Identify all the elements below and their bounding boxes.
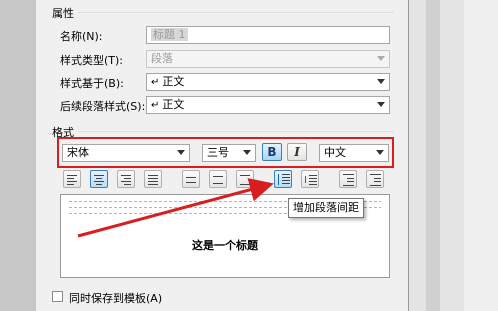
align-right-icon[interactable] (117, 170, 135, 188)
group-properties-divider (78, 12, 394, 13)
chevron-down-icon[interactable] (377, 79, 385, 84)
spacing-double-icon[interactable] (236, 170, 254, 188)
preview-heading: 这是一个标题 (192, 239, 258, 252)
background-left (0, 0, 36, 311)
decrease-paragraph-spacing-icon[interactable] (301, 170, 319, 188)
tooltip-text: 增加段落间距 (293, 201, 359, 214)
return-arrow-icon: ↵ (151, 77, 160, 88)
tooltip: 增加段落间距 (288, 198, 364, 218)
increase-paragraph-spacing-icon[interactable] (274, 170, 292, 188)
align-center-icon[interactable] (90, 170, 108, 188)
save-template-label: 同时保存到模板(A) (69, 292, 163, 305)
annotation-highlight-box (57, 137, 394, 168)
chevron-down-icon[interactable] (377, 102, 385, 107)
spacing-1-5-icon[interactable] (209, 170, 227, 188)
group-format-divider (78, 131, 394, 132)
style-type-value: 段落 (151, 52, 173, 65)
name-input-value: 标题 1 (151, 28, 188, 41)
justify-icon[interactable] (144, 170, 162, 188)
group-properties-title: 属性 (52, 7, 74, 20)
based-on-select[interactable]: ↵ 正文 (146, 73, 390, 91)
style-type-label: 样式类型(T): (60, 54, 124, 67)
increase-indent-icon[interactable] (366, 170, 384, 188)
style-type-select[interactable]: 段落 (146, 50, 390, 68)
next-style-value: 正文 (162, 98, 185, 111)
name-input[interactable]: 标题 1 (146, 26, 390, 44)
align-left-icon[interactable] (63, 170, 81, 188)
chevron-down-icon (377, 56, 385, 61)
decrease-indent-icon[interactable] (339, 170, 357, 188)
modify-style-dialog: 属性 名称(N): 标题 1 样式类型(T): 段落 样式基于(B): ↵ 正文 … (36, 0, 409, 311)
background-right (408, 0, 498, 311)
return-arrow-icon: ↵ (151, 100, 160, 111)
next-style-select[interactable]: ↵ 正文 (146, 96, 390, 114)
based-on-value: 正文 (162, 75, 185, 88)
save-template-checkbox[interactable] (52, 291, 63, 302)
spacing-single-icon[interactable] (182, 170, 200, 188)
next-style-label: 后续段落样式(S): (60, 100, 146, 113)
based-on-label: 样式基于(B): (60, 77, 124, 90)
name-label: 名称(N): (60, 30, 103, 43)
